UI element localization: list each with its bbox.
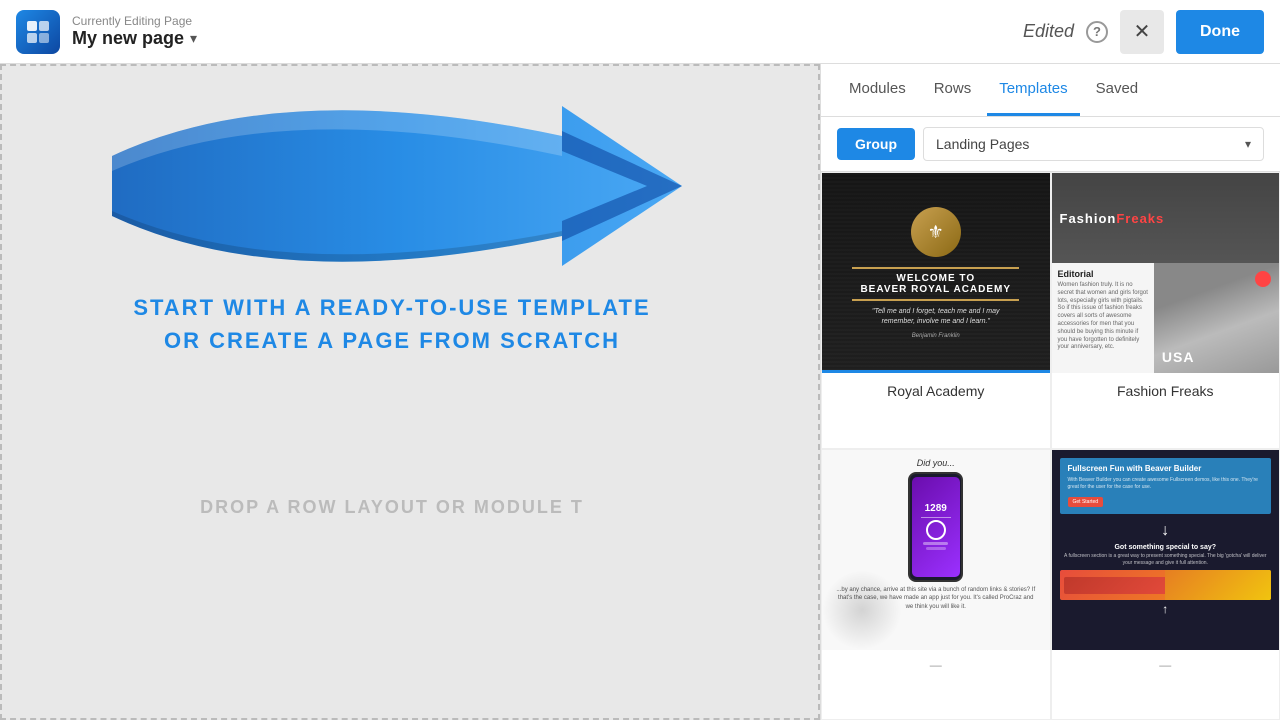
phone-content: 1289 [921,503,951,551]
tab-rows[interactable]: Rows [922,64,984,116]
app-template-name: — [822,650,1050,680]
fashion-brand-label: FashionFreaks [1060,211,1165,226]
fashion-editorial-label: Editorial [1058,269,1148,279]
royal-academy-quote: "Tell me and I forget, teach me and I ma… [868,307,1004,327]
page-info: Currently Editing Page My new page ▾ [72,14,197,49]
beaver-title-text: Fullscreen Fun with Beaver Builder [1068,464,1264,474]
royal-academy-author: Benjamin Franklin [912,333,960,339]
chevron-filter-icon: ▾ [1245,137,1251,151]
close-button[interactable]: ✕ [1120,10,1164,54]
filter-row: Group Landing Pages ▾ [821,117,1280,172]
tab-templates[interactable]: Templates [987,64,1079,116]
template-card-royal-academy[interactable]: ⚜ WELCOME TOBEAVER ROYAL ACADEMY "Tell m… [821,172,1051,449]
page-name-row: My new page ▾ [72,28,197,49]
beaver-cta-text: Got something special to say? [1114,544,1216,551]
fashion-freaks-thumb-bg: FashionFreaks Editorial Women fashion tr… [1052,173,1280,373]
canvas-area[interactable]: START WITH A READY-TO-USE TEMPLATE OR CR… [0,64,820,720]
royal-academy-name: Royal Academy [822,373,1050,409]
fashion-freaks-thumbnail: FashionFreaks Editorial Women fashion tr… [1052,173,1280,373]
royal-academy-progress-bar [822,370,1050,373]
beaver-desc-text: With Beaver Builder you can create aweso… [1068,477,1264,490]
header: Currently Editing Page My new page ▾ Edi… [0,0,1280,64]
tab-saved[interactable]: Saved [1084,64,1151,116]
app-thumb-bg: Did you... 1289 [822,450,1050,650]
template-card-app[interactable]: Did you... 1289 [821,449,1051,720]
arrow-up-icon: ↑ [1162,602,1168,616]
page-name: My new page [72,28,184,49]
arrow-container [82,76,702,296]
main-layout: START WITH A READY-TO-USE TEMPLATE OR CR… [0,64,1280,720]
arrow-down-icon: ↓ [1161,522,1169,540]
royal-academy-thumbnail: ⚜ WELCOME TOBEAVER ROYAL ACADEMY "Tell m… [822,173,1050,373]
blue-arrow-graphic [82,76,702,296]
edited-status: Edited [1023,21,1074,42]
start-text: START WITH A READY-TO-USE TEMPLATE OR CR… [52,291,732,357]
fashion-text-side: Editorial Women fashion truly. It is no … [1052,263,1154,373]
fashion-freaks-name: Fashion Freaks [1052,373,1280,409]
fashion-bottom-section: Editorial Women fashion truly. It is no … [1052,263,1280,373]
drop-text: DROP A ROW LAYOUT OR MODULE T [52,497,732,518]
header-left: Currently Editing Page My new page ▾ [16,10,197,54]
done-button[interactable]: Done [1176,10,1264,54]
beaver-sub-text: A fullscreen section is a great way to p… [1060,553,1272,566]
fullscreen-thumbnail: Fullscreen Fun with Beaver Builder With … [1052,450,1280,650]
app-template-thumbnail: Did you... 1289 [822,450,1050,650]
phone-screen: 1289 [912,477,960,577]
templates-grid: ⚜ WELCOME TOBEAVER ROYAL ACADEMY "Tell m… [821,172,1280,720]
chevron-down-icon[interactable]: ▾ [190,30,197,47]
fashion-desc-text: Women fashion truly. It is no secret tha… [1058,282,1148,352]
landing-pages-label: Landing Pages [936,136,1029,152]
template-card-fullscreen[interactable]: Fullscreen Fun with Beaver Builder With … [1051,449,1280,720]
right-panel: Modules Rows Templates Saved Group Landi… [820,64,1280,720]
fashion-dot-accent [1255,271,1271,287]
fullscreen-name: — [1052,650,1280,680]
beaver-bottom-section: ↓ Got something special to say? A fullsc… [1060,518,1272,642]
royal-academy-header: WELCOME TOBEAVER ROYAL ACADEMY [852,267,1019,301]
group-filter-button[interactable]: Group [837,128,915,160]
header-right: Edited ? ✕ Done [1023,10,1264,54]
royal-academy-thumb-bg: ⚜ WELCOME TOBEAVER ROYAL ACADEMY "Tell m… [822,173,1050,373]
template-card-fashion-freaks[interactable]: FashionFreaks Editorial Women fashion tr… [1051,172,1280,449]
tabs-bar: Modules Rows Templates Saved [821,64,1280,117]
phone-mockup: 1289 [908,472,963,582]
fashion-top-section: FashionFreaks [1052,173,1280,263]
beaver-thumb-bg: Fullscreen Fun with Beaver Builder With … [1052,450,1280,650]
beaver-get-started-label: Get Started [1068,497,1104,507]
beaver-top-section: Fullscreen Fun with Beaver Builder With … [1060,458,1272,514]
currently-editing-label: Currently Editing Page [72,14,197,28]
beaver-bottom-image [1060,570,1272,600]
hand-shadow-decoration [822,570,902,650]
landing-pages-filter-button[interactable]: Landing Pages ▾ [923,127,1264,161]
tab-modules[interactable]: Modules [837,64,918,116]
app-icon [16,10,60,54]
fashion-image-side [1154,263,1279,373]
help-icon[interactable]: ? [1086,21,1108,43]
did-you-text: Did you... [917,458,955,468]
